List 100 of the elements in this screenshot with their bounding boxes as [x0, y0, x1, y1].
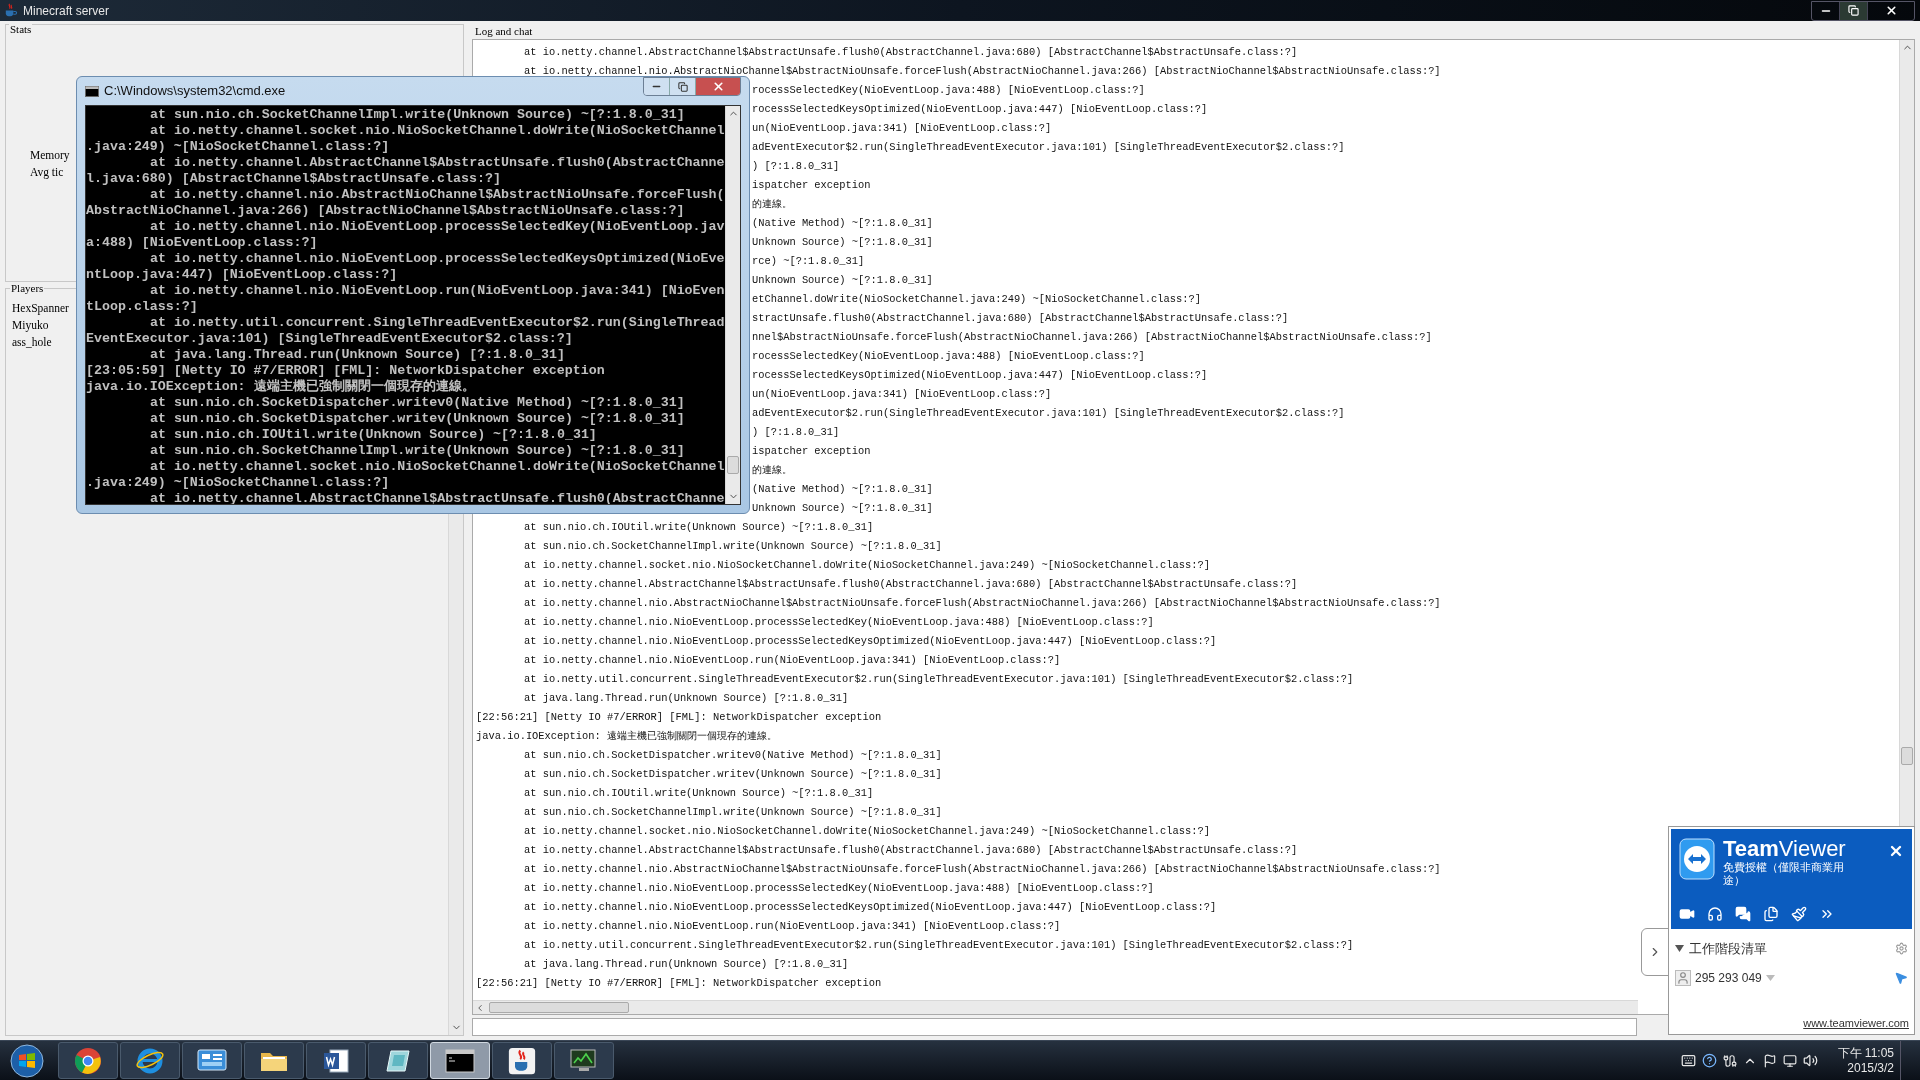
log-line: at io.netty.channel.nio.NioEventLoop.processSelectedKey(NioEventLoop.java:488) [NioEventLoop.class:?]: [524, 616, 1154, 629]
user-icon: [1675, 969, 1691, 986]
volume-icon[interactable]: [1802, 1053, 1818, 1068]
collapse-tab[interactable]: [1641, 928, 1669, 976]
console-line: at io.netty.util.concurrent.SingleThreadEventExecutor$2.run(SingleThread: [150, 314, 725, 330]
expand-triangle-icon[interactable]: [1675, 945, 1684, 953]
log-line: at io.netty.channel.nio.AbstractNioChannel$AbstractNioUnsafe.forceFlush(AbstractNioChannel.java:266) [AbstractNioChannel$AbstractNioUnsafe.class:?]: [524, 863, 1441, 876]
document-icon: [322, 1046, 350, 1075]
window-icon: [197, 1047, 227, 1074]
log-line: ispatcher exception: [752, 179, 871, 192]
log-line: (Native Method) ~[?:1.8.0_31]: [752, 217, 933, 230]
window-title: Minecraft server: [23, 2, 110, 20]
taskbar-button[interactable]: [306, 1042, 366, 1079]
log-line: [22:56:21] [Netty IO #7/ERROR] [FML]: NetworkDispatcher exception: [476, 977, 882, 990]
log-line: adEventExecutor$2.run(SingleThreadEventExecutor.java:101) [SingleThreadEventExecutor$2.class:?]: [752, 407, 1345, 420]
log-line: rce) ~[?:1.8.0_31]: [752, 255, 865, 268]
cup-icon: [3, 3, 18, 18]
taskbar-button[interactable]: [58, 1042, 118, 1079]
panel-title: Players: [10, 282, 45, 294]
console-line: [23:05:59] [Netty IO #7/ERROR] [FML]: NetworkDispatcher exception: [86, 362, 605, 378]
log-line: at io.netty.channel.AbstractChannel$AbstractUnsafe.flush0(AbstractChannel.java:680) [AbstractChannel$AbstractUnsafe.class:?]: [524, 578, 1298, 591]
console-line: at io.netty.channel.nio.NioEventLoop.run(NioEventLoop.java:341) [NioEven: [150, 282, 725, 298]
log-line: (Native Method) ~[?:1.8.0_31]: [752, 483, 933, 496]
log-line: at io.netty.channel.nio.NioEventLoop.run(NioEventLoop.java:341) [NioEventLoop.class:?]: [524, 920, 1061, 933]
window-title: C:\Windows\system32\cmd.exe: [104, 82, 286, 101]
restore-icon: [1848, 5, 1859, 16]
scrollbar-thumb[interactable]: [489, 1002, 629, 1013]
log-line: at io.netty.channel.nio.AbstractNioChannel$AbstractNioUnsafe.forceFlush(AbstractNioChannel.java:266) [AbstractNioChannel$AbstractNioUnsafe.class:?]: [524, 597, 1441, 610]
taskbar-button[interactable]: [244, 1042, 304, 1079]
restore-button[interactable]: [1840, 1, 1868, 20]
player-name[interactable]: ass_hole: [12, 334, 52, 351]
log-line: stractUnsafe.flush0(AbstractChannel.java:680) [AbstractChannel$AbstractUnsafe.class:?]: [752, 312, 1289, 325]
log-line: at java.lang.Thread.run(Unknown Source) [?:1.8.0_31]: [524, 692, 849, 705]
log-line: rocessSelectedKeysOptimized(NioEventLoop.java:447) [NioEventLoop.class:?]: [752, 103, 1208, 116]
video-icon[interactable]: [1679, 906, 1695, 922]
terminal-icon: [85, 85, 99, 97]
log-line: ispatcher exception: [752, 445, 871, 458]
windows-logo-icon: [10, 1043, 44, 1078]
taskbar-button[interactable]: [120, 1042, 180, 1079]
settings-icon[interactable]: [1895, 942, 1908, 956]
console-line: at io.netty.channel.socket.nio.NioSocketChannel.doWrite(NioSocketChannel: [150, 122, 725, 138]
log-line: un(NioEventLoop.java:341) [NioEventLoop.class:?]: [752, 388, 1052, 401]
taskbar-button[interactable]: [368, 1042, 428, 1079]
taskbar-button[interactable]: [492, 1042, 552, 1079]
help-icon[interactable]: [1701, 1053, 1717, 1068]
log-line: at sun.nio.ch.SocketDispatcher.writev(Unknown Source) ~[?:1.8.0_31]: [524, 768, 942, 781]
log-line: at sun.nio.ch.SocketChannelImpl.write(Unknown Source) ~[?:1.8.0_31]: [524, 540, 942, 553]
console-line: .java:249) ~[NioSocketChannel.class:?]: [86, 138, 390, 154]
log-line: at io.netty.channel.socket.nio.NioSocketChannel.doWrite(NioSocketChannel.java:249) ~[NioSocketChannel.class:?]: [524, 559, 1210, 572]
headset-icon[interactable]: [1707, 906, 1723, 922]
command-field[interactable]: [472, 1018, 1637, 1036]
log-line: [22:56:21] [Netty IO #7/ERROR] [FML]: NetworkDispatcher exception: [476, 711, 882, 724]
website-link[interactable]: www.teamviewer.com: [1803, 1014, 1909, 1031]
console-line: tLoop.class:?]: [86, 298, 198, 314]
license-text: 免費授權（僅限非商業用途）: [1723, 861, 1845, 887]
log-line: at sun.nio.ch.SocketChannelImpl.write(Unknown Source) ~[?:1.8.0_31]: [524, 806, 942, 819]
network-icon[interactable]: [1782, 1053, 1797, 1068]
close-button[interactable]: [696, 78, 740, 95]
log-line: ) [?:1.8.0_31]: [752, 160, 840, 173]
cup-icon: [508, 1046, 536, 1075]
restore-button[interactable]: [670, 78, 696, 95]
console-line: AbstractNioChannel.java:266) [AbstractNioChannel$AbstractNioUnsafe.class:?]: [86, 202, 685, 218]
cursor-icon[interactable]: [1894, 970, 1908, 985]
close-icon[interactable]: [1888, 843, 1904, 859]
taskbar-button[interactable]: [182, 1042, 242, 1079]
chat-icon[interactable]: [1735, 906, 1751, 922]
console-line: at io.netty.channel.nio.NioEventLoop.processSelectedKeysOptimized(NioEve: [150, 250, 725, 266]
terminal-icon: [445, 1048, 475, 1073]
scrollbar-thumb[interactable]: [1901, 747, 1913, 765]
console-line: ntLoop.java:447) [NioEventLoop.class:?]: [86, 266, 398, 282]
log-line: nnel$AbstractNioUnsafe.forceFlush(AbstractNioChannel.java:266) [AbstractNioChannel$AbstractNioUnsafe.class:?]: [752, 331, 1432, 344]
clock-time[interactable]: 下午 11:05: [1837, 1045, 1894, 1061]
log-line: 的連線。: [752, 464, 792, 477]
wheel-icon: [74, 1046, 102, 1075]
player-name[interactable]: Miyuko: [12, 317, 49, 334]
log-line: at sun.nio.ch.IOUtil.write(Unknown Source) ~[?:1.8.0_31]: [524, 787, 874, 800]
tile-icon: [383, 1047, 413, 1074]
log-line: at io.netty.util.concurrent.SingleThreadEventExecutor$2.run(SingleThreadEventExecutor.java:101) [SingleThreadEventExecutor$2.class:?]: [524, 673, 1354, 686]
stat-label: Memory: [30, 148, 70, 164]
console-line: at sun.nio.ch.SocketDispatcher.writev(Unknown Source) ~[?:1.8.0_31]: [150, 410, 685, 426]
console-line: a:488) [NioEventLoop.class:?]: [86, 234, 318, 250]
brush-icon[interactable]: [1791, 906, 1807, 922]
scrollbar-thumb[interactable]: [727, 456, 739, 474]
console-line: at sun.nio.ch.SocketChannelImpl.write(Unknown Source) ~[?:1.8.0_31]: [150, 106, 685, 122]
horizontal-scrollbar[interactable]: [473, 1000, 1638, 1014]
ring-icon: [135, 1046, 165, 1075]
brand-name: TeamViewer: [1723, 837, 1847, 861]
flag-icon[interactable]: [1762, 1053, 1777, 1068]
console-line: java.io.IOException: 遠端主機已強制關閉一個現存的連線。: [86, 378, 475, 394]
vertical-scrollbar[interactable]: [725, 106, 740, 504]
log-line: at io.netty.channel.AbstractChannel$AbstractUnsafe.flush0(AbstractChannel.java:680) [AbstractChannel$AbstractUnsafe.class:?]: [524, 46, 1298, 59]
close-icon: [711, 80, 725, 93]
player-name[interactable]: HexSpanner: [12, 300, 69, 317]
console-line: at java.lang.Thread.run(Unknown Source) [?:1.8.0_31]: [150, 346, 565, 362]
clock-date[interactable]: 2015/3/2: [1847, 1060, 1894, 1076]
log-line: at io.netty.channel.nio.NioEventLoop.processSelectedKeysOptimized(NioEventLoop.java:447) [NioEventLoop.class:?]: [524, 901, 1217, 914]
keyboard-icon[interactable]: [1680, 1053, 1696, 1068]
files-icon[interactable]: [1763, 906, 1779, 922]
console-line: at sun.nio.ch.SocketDispatcher.writev0(Native Method) ~[?:1.8.0_31]: [150, 394, 685, 410]
panel-title: Log and chat: [474, 24, 534, 39]
